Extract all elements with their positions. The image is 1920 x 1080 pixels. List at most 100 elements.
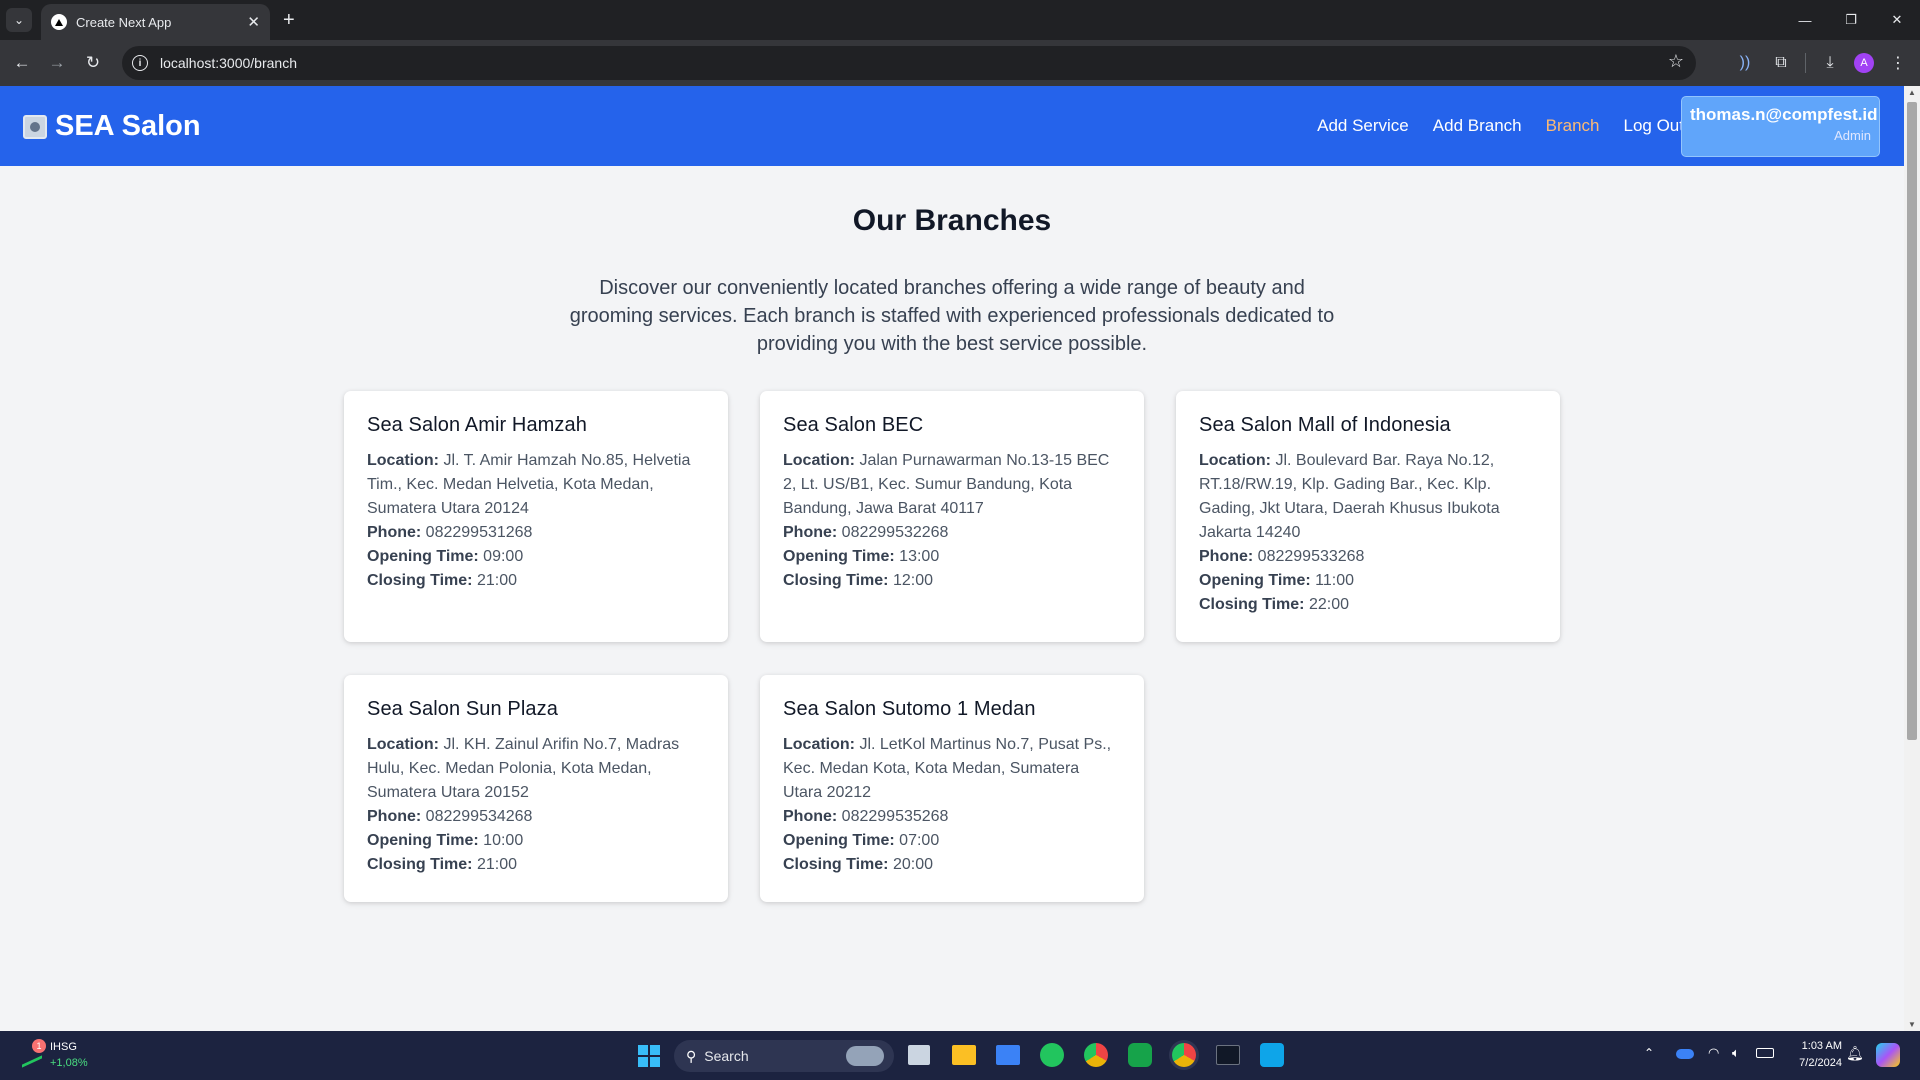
branch-closing-time: Closing Time: 12:00: [783, 572, 933, 589]
branch-phone: Phone: 082299535268: [783, 808, 949, 825]
branch-phone: Phone: 082299532268: [783, 524, 949, 541]
page-scrollbar[interactable]: ▲ ▼: [1904, 86, 1920, 1031]
mail-icon[interactable]: [996, 1045, 1020, 1065]
branch-closing-time: Closing Time: 20:00: [783, 856, 933, 873]
forward-arrow-icon[interactable]: →: [45, 51, 69, 75]
wifi-icon[interactable]: ◠: [1708, 1045, 1719, 1061]
notification-bell-icon[interactable]: 🔔︎: [1846, 1045, 1864, 1062]
branch-location: Location: Jalan Purnawarman No.13-15 BEC…: [783, 452, 1110, 517]
branch-opening-time: Opening Time: 11:00: [1199, 572, 1355, 589]
stock-badge: 1: [32, 1039, 46, 1053]
branch-location: Location: Jl. LetKol Martinus No.7, Pusa…: [783, 736, 1112, 801]
more-menu-icon[interactable]: ⋮: [1886, 51, 1910, 75]
read-aloud-icon[interactable]: )): [1733, 51, 1757, 75]
scroll-up-arrow-icon[interactable]: ▲: [1908, 88, 1916, 97]
user-account-box[interactable]: thomas.n@compfest.id Admin: [1681, 96, 1880, 157]
branch-closing-time: Closing Time: 21:00: [367, 572, 517, 589]
chrome-profile-icon[interactable]: [1172, 1043, 1196, 1067]
branch-phone: Phone: 082299534268: [367, 808, 533, 825]
user-email: thomas.n@compfest.id: [1690, 105, 1878, 124]
tab-close-icon[interactable]: ✕: [247, 13, 260, 31]
brand-name: SEA Salon: [55, 110, 201, 142]
toolbar-icons: )) ⧉ ⤓ A ⋮: [1733, 51, 1910, 75]
minimize-icon[interactable]: —: [1782, 0, 1828, 40]
brand[interactable]: SEA Salon: [23, 110, 201, 143]
start-windows-icon[interactable]: [638, 1045, 660, 1067]
branch-location: Location: Jl. KH. Zainul Arifin No.7, Ma…: [367, 736, 680, 801]
close-window-icon[interactable]: ✕: [1874, 0, 1920, 40]
extensions-puzzle-icon[interactable]: ⧉: [1769, 51, 1793, 75]
branch-phone: Phone: 082299531268: [367, 524, 533, 541]
nav-branch[interactable]: Branch: [1546, 116, 1600, 136]
address-bar[interactable]: i localhost:3000/branch ☆: [122, 46, 1696, 80]
branch-phone: Phone: 082299533268: [1199, 548, 1365, 565]
nextjs-favicon-icon: [51, 14, 67, 30]
profile-avatar-icon[interactable]: A: [1854, 53, 1874, 73]
nav-add-service[interactable]: Add Service: [1317, 116, 1409, 136]
page-viewport: SEA Salon Add Service Add Branch Branch …: [0, 86, 1904, 1031]
taskbar-search-box[interactable]: ⚲ Search: [674, 1040, 894, 1072]
nav-log-out[interactable]: Log Out: [1624, 116, 1685, 136]
tab-title: Create Next App: [76, 14, 172, 30]
branch-name: Sea Salon Mall of Indonesia: [1199, 414, 1451, 436]
onedrive-icon[interactable]: [1676, 1049, 1694, 1059]
branch-opening-time: Opening Time: 09:00: [367, 548, 524, 565]
browser-tab-bar: ⌄ Create Next App ✕ + — ❐ ✕: [0, 0, 1920, 40]
tray-chevron-icon[interactable]: ⌃: [1644, 1046, 1654, 1060]
volume-icon[interactable]: 🔈︎: [1732, 1045, 1740, 1061]
reload-icon[interactable]: ↻: [81, 51, 105, 75]
branch-opening-time: Opening Time: 10:00: [367, 832, 524, 849]
tab-list-chevron-icon[interactable]: ⌄: [6, 8, 32, 32]
branch-name: Sea Salon Sun Plaza: [367, 698, 558, 720]
restore-icon[interactable]: ❐: [1828, 0, 1874, 40]
toolbar-divider: [1805, 53, 1806, 73]
line-app-icon[interactable]: [1128, 1043, 1152, 1067]
clock-date[interactable]: 7/2/2024: [1782, 1057, 1842, 1069]
nav-add-branch[interactable]: Add Branch: [1433, 116, 1522, 136]
branch-closing-time: Closing Time: 21:00: [367, 856, 517, 873]
branch-location: Location: Jl. Boulevard Bar. Raya No.12,…: [1199, 452, 1500, 541]
bookmark-star-icon[interactable]: ☆: [1668, 51, 1684, 72]
back-arrow-icon[interactable]: ←: [10, 51, 34, 75]
copilot-icon[interactable]: [1876, 1043, 1900, 1067]
branch-card: Sea Salon Sun Plaza Location: Jl. KH. Za…: [344, 675, 728, 902]
branch-card: Sea Salon Sutomo 1 Medan Location: Jl. L…: [760, 675, 1144, 902]
browser-toolbar: ← → ↻ i localhost:3000/branch ☆ )) ⧉ ⤓ A…: [0, 40, 1920, 86]
browser-tab[interactable]: Create Next App ✕: [41, 4, 270, 40]
scrollbar-thumb[interactable]: [1907, 102, 1917, 740]
download-icon[interactable]: ⤓: [1818, 51, 1842, 75]
stock-name: IHSG: [50, 1041, 77, 1053]
task-view-icon[interactable]: [908, 1045, 930, 1065]
stock-change: +1,08%: [50, 1057, 88, 1069]
branch-card: Sea Salon Amir Hamzah Location: Jl. T. A…: [344, 391, 728, 642]
branch-name: Sea Salon BEC: [783, 414, 924, 436]
scroll-down-arrow-icon[interactable]: ▼: [1908, 1020, 1916, 1029]
main-nav: Add Service Add Branch Branch Log Out: [1317, 116, 1684, 136]
intro-text: Discover our conveniently located branch…: [569, 277, 1335, 355]
branch-closing-time: Closing Time: 22:00: [1199, 596, 1349, 613]
url-text[interactable]: localhost:3000/branch: [160, 55, 297, 71]
search-placeholder: Search: [704, 1048, 749, 1064]
vscode-icon[interactable]: [1260, 1043, 1284, 1067]
spotify-icon[interactable]: [1040, 1043, 1064, 1067]
page-title: Our Branches: [852, 204, 1052, 237]
search-icon: ⚲: [686, 1047, 697, 1064]
battery-icon[interactable]: [1756, 1048, 1774, 1058]
stock-widget[interactable]: 1 IHSG +1,08%: [20, 1039, 110, 1073]
terminal-icon[interactable]: [1216, 1045, 1240, 1065]
new-tab-plus-icon[interactable]: +: [283, 8, 295, 32]
file-explorer-icon[interactable]: [952, 1045, 976, 1065]
chrome-icon[interactable]: [1084, 1043, 1108, 1067]
branch-opening-time: Opening Time: 13:00: [783, 548, 940, 565]
branch-opening-time: Opening Time: 07:00: [783, 832, 940, 849]
branch-card: Sea Salon BEC Location: Jalan Purnawarma…: [760, 391, 1144, 642]
site-info-icon[interactable]: i: [132, 55, 148, 71]
clock-time[interactable]: 1:03 AM: [1790, 1040, 1842, 1052]
site-header: SEA Salon Add Service Add Branch Branch …: [0, 86, 1904, 166]
branch-name: Sea Salon Amir Hamzah: [367, 414, 587, 436]
salon-logo-icon: [23, 114, 47, 139]
window-controls: — ❐ ✕: [1782, 0, 1920, 40]
branch-card: Sea Salon Mall of Indonesia Location: Jl…: [1176, 391, 1560, 642]
branch-name: Sea Salon Sutomo 1 Medan: [783, 698, 1036, 720]
user-role: Admin: [1834, 128, 1871, 143]
